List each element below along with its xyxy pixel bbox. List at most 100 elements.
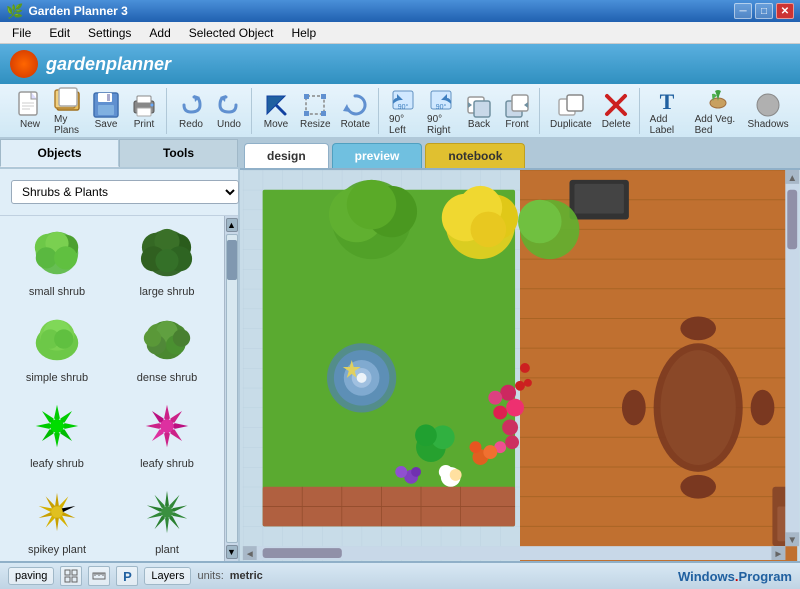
plant-spikey[interactable]: spikey plant [4, 478, 110, 560]
dense-shrub-icon [137, 310, 197, 370]
panel-scrollbar[interactable]: ▲ ▼ [224, 216, 238, 561]
rotate-right-button[interactable]: 90° 90° Right [423, 84, 459, 138]
save-label: Save [95, 119, 118, 130]
plant-plant[interactable]: plant [114, 478, 220, 560]
new-icon [16, 91, 44, 119]
undo-button[interactable]: Undo [211, 89, 247, 132]
layers-button[interactable]: Layers [144, 567, 191, 585]
new-button[interactable]: New [12, 89, 48, 132]
garden-canvas[interactable]: ◄ ► ▲ ▼ [240, 170, 800, 561]
small-shrub-icon [27, 224, 87, 284]
toolbar-special-group: T Add Label Add Veg. Bed Shadows [642, 88, 792, 134]
rotate-button[interactable]: Rotate [337, 89, 374, 132]
plant-leafy-shrub-2[interactable]: leafy shrub [114, 392, 220, 474]
myplans-button[interactable]: My Plans [50, 84, 86, 138]
category-selector[interactable]: Shrubs & Plants Trees Vegetables Flowers… [0, 169, 238, 216]
grid-button[interactable] [60, 566, 82, 586]
maximize-button[interactable]: □ [755, 3, 773, 19]
redo-icon [177, 91, 205, 119]
toolbar-rotation-group: 90° 90° Left 90° 90° Right Back Front [381, 88, 540, 134]
plant-large-shrub[interactable]: large shrub [114, 220, 220, 302]
paving-status[interactable]: paving [8, 567, 54, 585]
tab-objects[interactable]: Objects [0, 139, 119, 167]
spikey-plant-icon [27, 482, 87, 542]
scroll-thumb[interactable] [227, 240, 237, 280]
scroll-track[interactable] [226, 234, 238, 543]
front-button[interactable]: Front [499, 89, 535, 132]
logo-icon [10, 50, 38, 78]
menu-help[interactable]: Help [283, 24, 324, 42]
leafy-shrub-2-label: leafy shrub [140, 458, 194, 470]
close-button[interactable]: ✕ [776, 3, 794, 19]
titlebar-controls[interactable]: ─ □ ✕ [734, 3, 794, 19]
resize-label: Resize [300, 119, 331, 130]
save-button[interactable]: Save [88, 89, 124, 132]
shadows-label: Shadows [747, 119, 788, 130]
small-shrub-label: small shrub [29, 286, 85, 298]
watermark-text: Windows.Program [678, 569, 792, 584]
large-shrub-icon [137, 224, 197, 284]
redo-button[interactable]: Redo [173, 89, 209, 132]
scroll-down-button[interactable]: ▼ [226, 545, 238, 559]
redo-label: Redo [179, 119, 203, 130]
plant-simple-shrub[interactable]: simple shrub [4, 306, 110, 388]
plant-leafy-shrub-1[interactable]: leafy shrub [4, 392, 110, 474]
addvegbed-button[interactable]: Add Veg. Bed [691, 84, 746, 138]
menu-file[interactable]: File [4, 24, 39, 42]
toolbar-edit-group: Duplicate Delete [542, 88, 640, 134]
rotate-right-icon: 90° [427, 86, 455, 114]
back-button[interactable]: Back [461, 89, 497, 132]
tab-tools[interactable]: Tools [119, 139, 238, 167]
toolbar-history-group: Redo Undo [169, 88, 252, 134]
tab-preview[interactable]: preview [332, 143, 423, 168]
plant-dense-shrub[interactable]: dense shrub [114, 306, 220, 388]
ruler-button[interactable] [88, 566, 110, 586]
print-button[interactable]: Print [126, 89, 162, 132]
addlabel-icon: T [653, 86, 681, 114]
menu-selected-object[interactable]: Selected Object [181, 24, 282, 42]
addlabel-button[interactable]: T Add Label [646, 84, 689, 138]
category-dropdown[interactable]: Shrubs & Plants Trees Vegetables Flowers… [11, 180, 239, 204]
svg-text:►: ► [773, 549, 783, 560]
resize-button[interactable]: Resize [296, 89, 335, 132]
canvas-area[interactable]: ◄ ► ▲ ▼ [240, 170, 800, 561]
move-label: Move [264, 119, 288, 130]
tab-design[interactable]: design [244, 143, 329, 168]
rotate-icon [341, 91, 369, 119]
logobar: gardenplanner [0, 44, 800, 84]
plant-grid: small shrub [0, 216, 224, 561]
plant-icon [137, 482, 197, 542]
print-icon [130, 91, 158, 119]
minimize-button[interactable]: ─ [734, 3, 752, 19]
toolbar-transform-group: Move Resize Rotate [254, 88, 379, 134]
plant-small-shrub[interactable]: small shrub [4, 220, 110, 302]
large-shrub-label: large shrub [139, 286, 194, 298]
toolbar: New My Plans Save Print Redo [0, 84, 800, 139]
rotate-left-button[interactable]: 90° 90° Left [385, 84, 421, 138]
statusbar: paving P Layers units: metric Windows.Pr… [0, 561, 800, 589]
addlabel-label: Add Label [650, 114, 685, 136]
logo-watermark: Windows.Program [678, 569, 792, 584]
shadows-button[interactable]: Shadows [748, 89, 788, 132]
menu-edit[interactable]: Edit [41, 24, 78, 42]
tab-notebook[interactable]: notebook [425, 143, 525, 168]
back-label: Back [468, 119, 490, 130]
menubar: File Edit Settings Add Selected Object H… [0, 22, 800, 44]
front-label: Front [505, 119, 528, 130]
myplans-label: My Plans [54, 114, 82, 136]
duplicate-button[interactable]: Duplicate [546, 89, 596, 132]
scroll-up-button[interactable]: ▲ [226, 218, 238, 232]
move-button[interactable]: Move [258, 89, 294, 132]
view-tabs: design preview notebook [240, 139, 800, 170]
simple-shrub-icon [27, 310, 87, 370]
titlebar: 🌿 Garden Planner 3 ─ □ ✕ [0, 0, 800, 22]
delete-button[interactable]: Delete [598, 89, 635, 132]
parking-button[interactable]: P [116, 566, 138, 586]
menu-settings[interactable]: Settings [80, 24, 139, 42]
leafy-shrub-1-label: leafy shrub [30, 458, 84, 470]
svg-text:90°: 90° [436, 103, 447, 111]
units-label: units: [197, 570, 223, 582]
svg-text:90°: 90° [398, 103, 409, 111]
addvegbed-label: Add Veg. Bed [695, 114, 742, 136]
menu-add[interactable]: Add [141, 24, 178, 42]
